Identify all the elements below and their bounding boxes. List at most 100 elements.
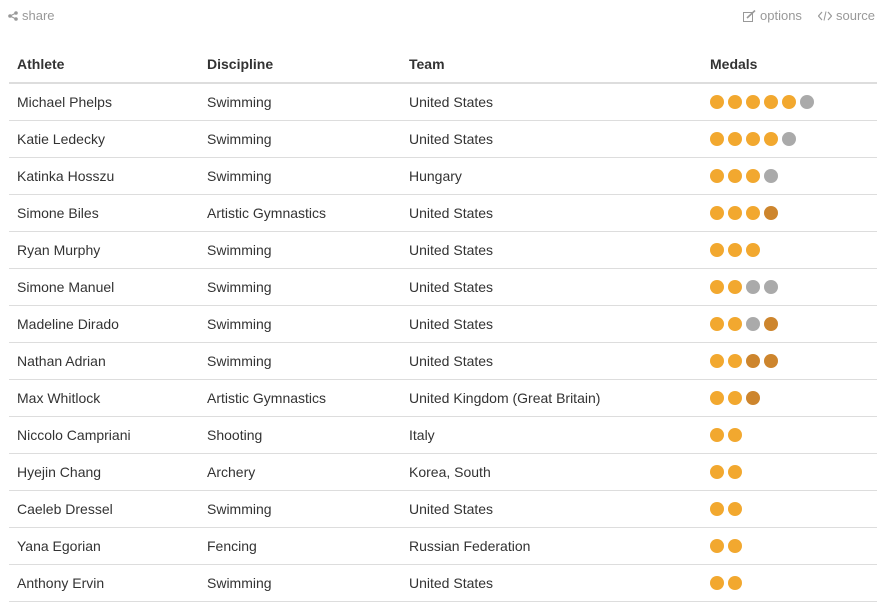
athlete-cell: Simone Manuel [9,268,199,306]
medals-cell [702,157,877,195]
gold-medal-icon [728,317,742,331]
medals-cell [702,120,877,158]
gold-medal-icon [710,576,724,590]
gold-medal-icon [728,539,742,553]
table-row: Simone Biles Artistic Gymnastics United St… [9,194,877,232]
medal-list [710,243,877,257]
gold-medal-icon [728,428,742,442]
gold-medal-icon [710,502,724,516]
silver-medal-icon [800,95,814,109]
table-row: Anthony Ervin Swimming United States [9,564,877,602]
gold-medal-icon [746,169,760,183]
bronze-medal-icon [746,391,760,405]
gold-medal-icon [746,206,760,220]
header-medals[interactable]: Medals [702,46,877,84]
team-cell: United Kingdom (Great Britain) [401,379,702,417]
silver-medal-icon [746,280,760,294]
team-cell: Italy [401,416,702,454]
athlete-cell: Katinka Hosszu [9,157,199,195]
athlete-cell: Anthony Ervin [9,564,199,602]
medal-list [710,465,877,479]
discipline-cell: Swimming [199,490,401,528]
discipline-cell: Artistic Gymnastics [199,194,401,232]
toolbar: share options source [0,0,884,32]
athlete-cell: Niccolo Campriani [9,416,199,454]
header-athlete[interactable]: Athlete [9,46,199,84]
options-link[interactable]: options [743,8,802,23]
medals-cell [702,490,877,528]
gold-medal-icon [710,206,724,220]
table-row: Ryan Murphy Swimming United States [9,231,877,269]
medals-table: Athlete Discipline Team Medals Michael P… [9,46,877,602]
share-icon [8,10,18,21]
gold-medal-icon [710,95,724,109]
athlete-cell: Hyejin Chang [9,453,199,491]
bronze-medal-icon [764,206,778,220]
header-team[interactable]: Team [401,46,702,84]
team-cell: United States [401,194,702,232]
athlete-cell: Yana Egorian [9,527,199,565]
gold-medal-icon [746,243,760,257]
gold-medal-icon [710,169,724,183]
discipline-cell: Swimming [199,564,401,602]
medals-cell [702,453,877,491]
silver-medal-icon [764,169,778,183]
team-cell: United States [401,120,702,158]
table-row: Yana Egorian Fencing Russian Federation [9,527,877,565]
gold-medal-icon [710,391,724,405]
discipline-cell: Archery [199,453,401,491]
gold-medal-icon [728,576,742,590]
team-cell: United States [401,342,702,380]
medal-list [710,539,877,553]
gold-medal-icon [728,391,742,405]
discipline-cell: Fencing [199,527,401,565]
table-body: Michael Phelps Swimming United States Katie… [9,83,877,602]
share-label: share [22,8,55,23]
bronze-medal-icon [764,317,778,331]
source-link[interactable]: source [818,8,875,23]
medal-list [710,169,877,183]
medal-list [710,391,877,405]
medal-list [710,428,877,442]
medals-cell [702,379,877,417]
medal-list [710,502,877,516]
table-row: Katinka Hosszu Swimming Hungary [9,157,877,195]
medals-cell [702,564,877,602]
header-discipline[interactable]: Discipline [199,46,401,84]
table-row: Michael Phelps Swimming United States [9,83,877,121]
gold-medal-icon [728,243,742,257]
discipline-cell: Shooting [199,416,401,454]
share-link[interactable]: share [8,8,55,23]
medals-cell [702,305,877,343]
discipline-cell: Swimming [199,157,401,195]
discipline-cell: Swimming [199,231,401,269]
gold-medal-icon [764,132,778,146]
medals-cell [702,416,877,454]
discipline-cell: Swimming [199,83,401,121]
athlete-cell: Madeline Dirado [9,305,199,343]
table-row: Hyejin Chang Archery Korea, South [9,453,877,491]
table-row: Niccolo Campriani Shooting Italy [9,416,877,454]
code-icon [818,10,832,21]
team-cell: United States [401,564,702,602]
table-row: Nathan Adrian Swimming United States [9,342,877,380]
medals-cell [702,342,877,380]
team-cell: United States [401,83,702,121]
gold-medal-icon [728,206,742,220]
team-cell: United States [401,305,702,343]
table-row: Katie Ledecky Swimming United States [9,120,877,158]
gold-medal-icon [746,95,760,109]
gold-medal-icon [728,280,742,294]
medal-list [710,206,877,220]
gold-medal-icon [710,539,724,553]
options-label: options [760,8,802,23]
athlete-cell: Katie Ledecky [9,120,199,158]
gold-medal-icon [728,465,742,479]
gold-medal-icon [782,95,796,109]
medal-list [710,132,877,146]
bronze-medal-icon [764,354,778,368]
discipline-cell: Artistic Gymnastics [199,379,401,417]
team-cell: Hungary [401,157,702,195]
silver-medal-icon [764,280,778,294]
source-label: source [836,8,876,23]
